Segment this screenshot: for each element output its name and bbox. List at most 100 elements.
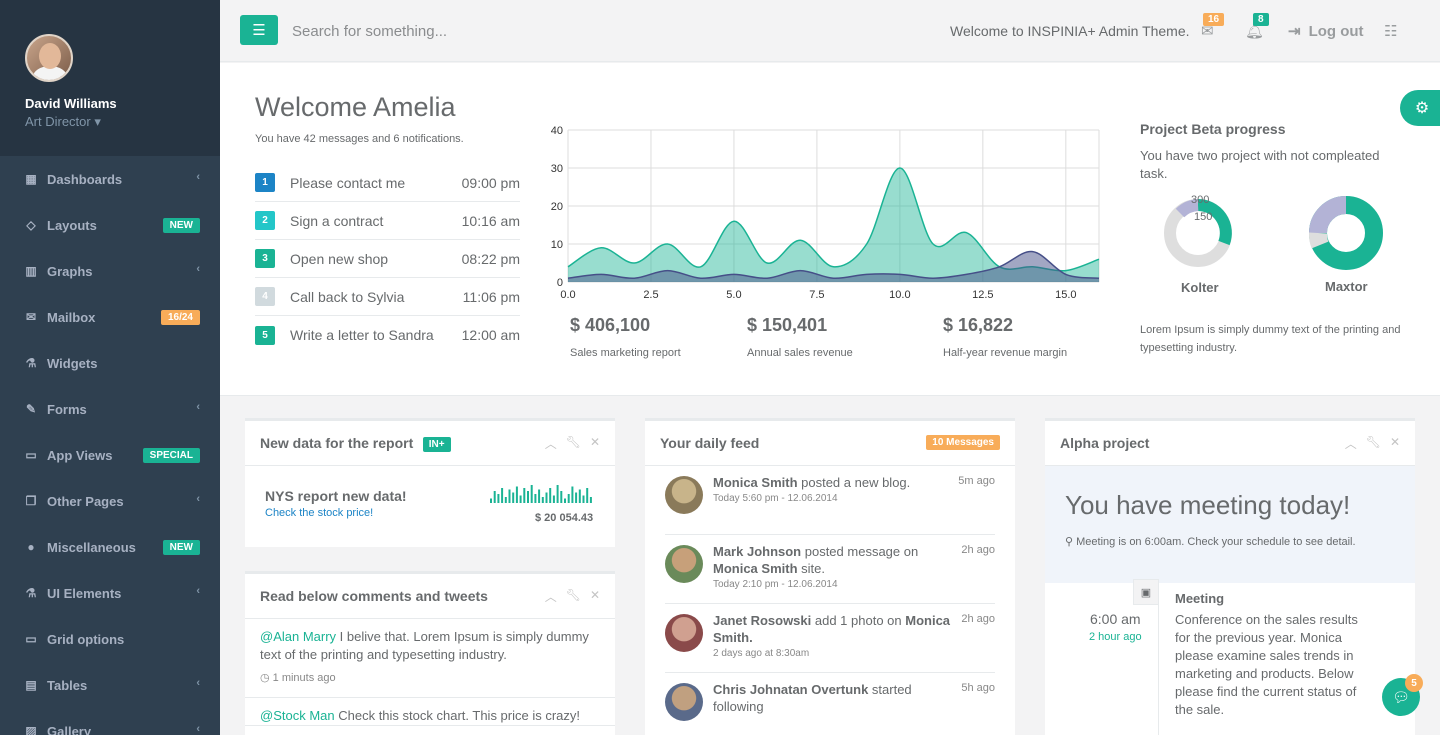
theme-settings-button[interactable]: ⚙ — [1400, 90, 1440, 126]
edit-icon: ✎ — [25, 402, 37, 416]
feed-author[interactable]: Mark Johnson — [713, 544, 801, 559]
close-icon[interactable]: ✕ — [590, 588, 600, 605]
comment-list: @Alan Marry I belive that. Lorem Ipsum i… — [245, 619, 615, 726]
todo-item[interactable]: 3 Open new shop 08:22 pm — [255, 240, 520, 278]
sidebar-item-ui-elements[interactable]: ⚗ UI Elements ‹ — [0, 570, 220, 616]
comments-title: Read below comments and tweets — [260, 588, 488, 604]
sidebar-item-layouts[interactable]: ◇ Layouts NEW — [0, 202, 220, 248]
menu-toggle-button[interactable]: ☰ — [240, 15, 278, 45]
comment-item: @Alan Marry I belive that. Lorem Ipsum i… — [245, 619, 615, 698]
comment-item: @Stock Man Check this stock chart. This … — [245, 698, 615, 726]
avatar[interactable] — [665, 683, 703, 721]
close-icon[interactable]: ✕ — [1390, 435, 1400, 452]
feed-ago: 5h ago — [961, 682, 995, 694]
todo-item[interactable]: 5 Write a letter to Sandra 12:00 am — [255, 316, 520, 354]
bars-icon: ☰ — [252, 22, 266, 39]
x-tick-label: 5.0 — [726, 289, 741, 301]
sidebar-item-mailbox[interactable]: ✉ Mailbox 16/24 — [0, 294, 220, 340]
feed-item[interactable]: Mark Johnson posted message on Monica Sm… — [665, 535, 995, 604]
sidebar-item-label: App Views — [47, 447, 113, 463]
spark-bar — [575, 492, 578, 503]
search-input[interactable] — [292, 16, 652, 46]
sidebar-item-forms[interactable]: ✎ Forms ‹ — [0, 386, 220, 432]
sidebar-item-label: Forms — [47, 401, 87, 417]
sidebar-item-miscellaneous[interactable]: ● Miscellaneous NEW — [0, 524, 220, 570]
todo-item[interactable]: 2 Sign a contract 10:16 am — [255, 202, 520, 240]
stat-sales: $ 406,100 Sales marketing report — [570, 315, 681, 359]
feed-author[interactable]: Chris Johnatan Overtunk — [713, 682, 868, 697]
laptop-icon: ▭ — [25, 632, 37, 646]
meeting-note: Meeting is on 6:00am. Check your schedul… — [1076, 536, 1356, 548]
sidebar-item-graphs[interactable]: ▥ Graphs ‹ — [0, 248, 220, 294]
maxtor-donut-chart — [1308, 196, 1383, 270]
collapse-icon[interactable]: ︿ — [545, 435, 557, 452]
spark-bar — [556, 485, 559, 503]
table-icon: ▤ — [25, 678, 37, 692]
report-box: New data for the report IN+ ︿ 🔧︎ ✕ NYS r… — [245, 418, 615, 547]
feed-item[interactable]: Janet Rosowski add 1 photo on Monica Smi… — [665, 604, 995, 673]
spark-bar — [508, 489, 511, 503]
feed-author[interactable]: Janet Rosowski — [713, 613, 811, 628]
sidebar-item-app-views[interactable]: ▭ App Views SPECIAL — [0, 432, 220, 478]
profile-name[interactable]: David Williams — [25, 96, 220, 111]
x-tick-label: 10.0 — [889, 289, 910, 301]
sidebar-item-tables[interactable]: ▤ Tables ‹ — [0, 662, 220, 708]
todo-item[interactable]: 1 Please contact me 09:00 pm — [255, 164, 520, 202]
sidebar-item-label: Mailbox — [47, 309, 96, 325]
sidebar-item-other-pages[interactable]: ❐ Other Pages ‹ — [0, 478, 220, 524]
chevron-left-icon: ‹ — [196, 723, 200, 735]
feed-author[interactable]: Monica Smith — [713, 475, 798, 490]
wrench-icon[interactable]: 🔧︎ — [566, 588, 581, 605]
feed-text: Janet Rosowski add 1 photo on Monica Smi… — [713, 612, 958, 646]
spark-bar — [504, 497, 507, 503]
x-tick-label: 12.5 — [972, 289, 993, 301]
comment-handle-link[interactable]: @Alan Marry — [260, 629, 336, 644]
avatar[interactable] — [665, 545, 703, 583]
todo-text: Sign a contract — [290, 212, 384, 229]
kolter-label-150: 150 — [1194, 211, 1212, 223]
avatar[interactable] — [665, 476, 703, 514]
stat-annual: $ 150,401 Annual sales revenue — [747, 315, 853, 359]
report-label-badge: IN+ — [422, 437, 451, 452]
spark-bar — [515, 486, 518, 503]
profile-role-dropdown[interactable]: Art Director ▾ — [25, 114, 220, 130]
feed-box: Your daily feed 10 Messages Monica Smith… — [645, 418, 1015, 735]
tasks-icon[interactable]: ☷ — [1384, 22, 1397, 40]
project-footer-text: Lorem Ipsum is simply dummy text of the … — [1140, 324, 1401, 354]
close-icon[interactable]: ✕ — [590, 435, 600, 452]
sidebar-nav: ▦ Dashboards ‹ ◇ Layouts NEW ▥ Graphs ‹ ✉ Mailbox 1… — [0, 156, 220, 735]
feed-item[interactable]: Chris Johnatan Overtunk started followin… — [665, 673, 995, 735]
collapse-icon[interactable]: ︿ — [1345, 435, 1357, 452]
timeline-time: 6:00 am — [1090, 611, 1141, 627]
wrench-icon[interactable]: 🔧︎ — [566, 435, 581, 452]
chevron-left-icon: ‹ — [196, 585, 200, 597]
avatar[interactable] — [25, 34, 73, 82]
y-tick-label: 0 — [557, 277, 563, 289]
files-icon: ❐ — [25, 494, 37, 508]
sidebar-item-gallery[interactable]: ▨ Gallery ‹ — [0, 708, 220, 735]
sidebar-item-label: Tables — [47, 677, 88, 693]
todo-text: Call back to Sylvia — [290, 288, 405, 305]
todo-item[interactable]: 4 Call back to Sylvia 11:06 pm — [255, 278, 520, 316]
feed-text: Chris Johnatan Overtunk started followin… — [713, 681, 958, 715]
logout-link[interactable]: ⇥ Log out — [1288, 22, 1364, 41]
comment-handle-link[interactable]: @Stock Man — [260, 708, 335, 723]
wrench-icon[interactable]: 🔧︎ — [1366, 435, 1381, 452]
comments-box: Read below comments and tweets ︿ 🔧︎ ✕ @A… — [245, 571, 615, 735]
spark-bar — [582, 495, 585, 503]
sidebar-item-grid-options[interactable]: ▭ Grid options — [0, 616, 220, 662]
picture-icon: ▨ — [25, 724, 37, 735]
mail-count-badge: 16 — [1203, 13, 1225, 26]
stock-price-link[interactable]: Check the stock price! — [265, 507, 373, 519]
avatar[interactable] — [665, 614, 703, 652]
project-name-maxtor: Maxtor — [1325, 279, 1368, 294]
sidebar-item-dashboards[interactable]: ▦ Dashboards ‹ — [0, 156, 220, 202]
todo-time: 12:00 am — [461, 327, 520, 343]
cogs-icon: ⚙ — [1414, 100, 1430, 117]
feed-target[interactable]: Monica Smith — [713, 561, 798, 576]
envelope-icon: ✉ — [25, 310, 37, 324]
feed-item[interactable]: Monica Smith posted a new blog. Today 5:6… — [665, 466, 995, 535]
sidebar-item-widgets[interactable]: ⚗ Widgets — [0, 340, 220, 386]
stat-label: Half-year revenue margin — [943, 347, 1068, 359]
collapse-icon[interactable]: ︿ — [545, 588, 557, 605]
